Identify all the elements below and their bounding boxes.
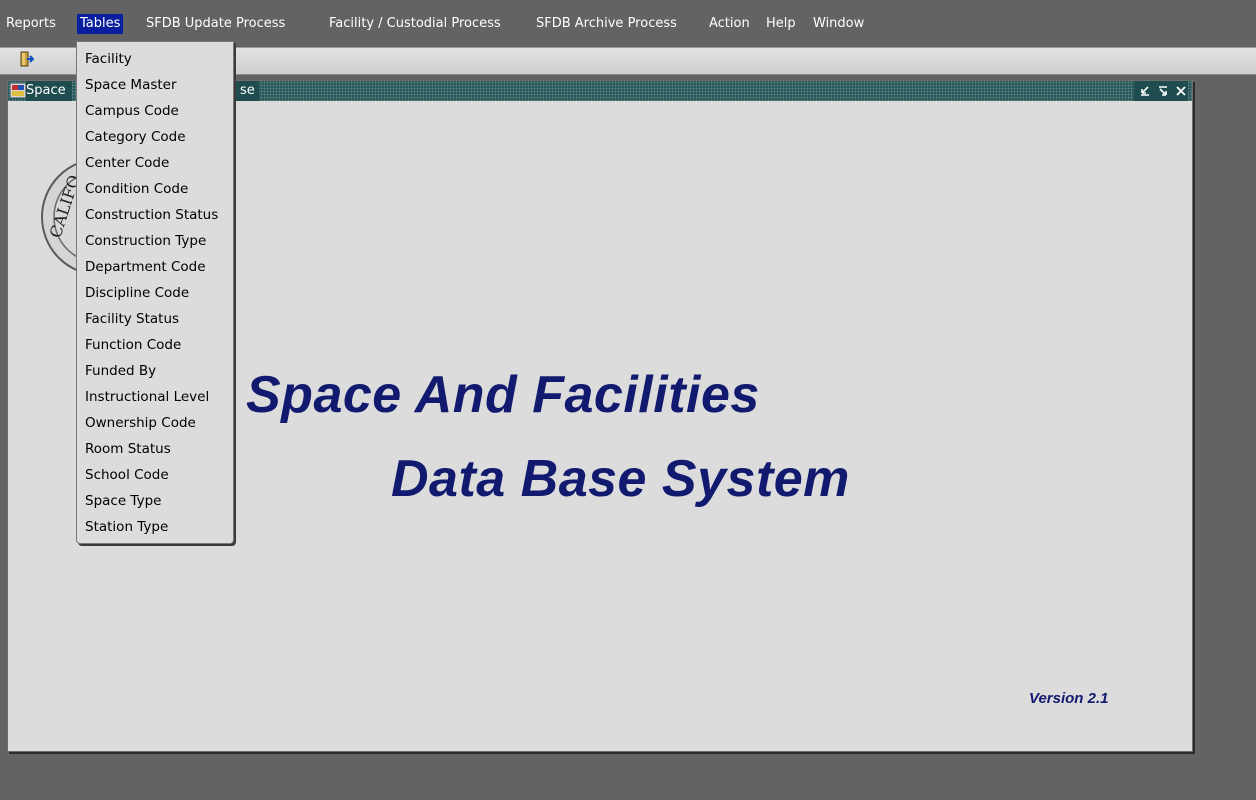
menu-item-station-type[interactable]: Station Type [85,517,168,537]
menu-item-ownership-code[interactable]: Ownership Code [85,413,196,433]
heading-line-1: Space And Facilities [246,366,760,424]
menu-facility-custodial-process[interactable]: Facility / Custodial Process [326,14,504,34]
close-icon[interactable] [1174,84,1188,98]
menu-action[interactable]: Action [706,14,753,34]
menu-item-department-code[interactable]: Department Code [85,257,206,277]
menu-item-school-code[interactable]: School Code [85,465,169,485]
menu-item-campus-code[interactable]: Campus Code [85,101,179,121]
menu-reports[interactable]: Reports [3,14,59,34]
version-label: Version 2.1 [1029,690,1109,707]
menu-sfdb-archive-process[interactable]: SFDB Archive Process [533,14,680,34]
menu-window[interactable]: Window [810,14,867,34]
menu-item-category-code[interactable]: Category Code [85,127,186,147]
minimize-icon[interactable] [1138,84,1152,98]
menu-item-funded-by[interactable]: Funded By [85,361,156,381]
menu-tables[interactable]: Tables [77,14,124,34]
maximize-icon[interactable] [1156,84,1170,98]
tables-dropdown-menu: Facility Space Master Campus Code Catego… [76,41,234,544]
menu-item-function-code[interactable]: Function Code [85,335,181,355]
exit-door-icon [18,50,36,72]
heading-line-2: Data Base System [391,450,850,508]
menu-item-space-type[interactable]: Space Type [85,491,161,511]
menu-item-facility[interactable]: Facility [85,49,132,69]
window-controls [1134,81,1188,101]
menu-item-discipline-code[interactable]: Discipline Code [85,283,189,303]
menu-bar: Reports Tables SFDB Update Process Facil… [0,0,1256,47]
menu-item-construction-type[interactable]: Construction Type [85,231,206,251]
menu-item-facility-status[interactable]: Facility Status [85,309,179,329]
menu-help[interactable]: Help [763,14,799,34]
menu-item-instructional-level[interactable]: Instructional Level [85,387,209,407]
exit-button[interactable] [14,51,40,71]
menu-item-construction-status[interactable]: Construction Status [85,205,218,225]
menu-item-condition-code[interactable]: Condition Code [85,179,188,199]
window-title-tail: se [236,81,259,101]
app-icon [9,82,27,99]
window-title: Space [26,81,72,101]
menu-sfdb-update-process[interactable]: SFDB Update Process [143,14,288,34]
menu-item-center-code[interactable]: Center Code [85,153,169,173]
menu-item-room-status[interactable]: Room Status [85,439,171,459]
menu-item-space-master[interactable]: Space Master [85,75,177,95]
